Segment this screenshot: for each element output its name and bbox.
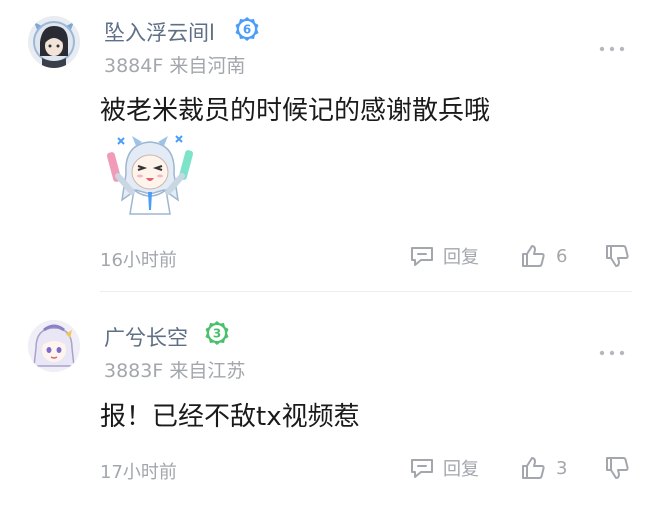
like-count: 6 <box>556 245 568 267</box>
post-time: 16小时前 <box>100 250 177 271</box>
reply-bubble-icon <box>411 247 433 266</box>
username[interactable]: 坠入浮云间l <box>104 17 215 47</box>
username[interactable]: 广兮长空 <box>104 322 188 352</box>
floor-location: 3883F 来自江苏 <box>104 360 246 382</box>
thumbs-down-icon <box>606 245 629 267</box>
comment-item: 坠入浮云间l 6 3884F 来自河南 被老米裁员的时候记的感谢散兵哦 16小时… <box>0 0 660 292</box>
reply-bubble-icon <box>411 459 433 478</box>
reply-label: 回复 <box>443 247 479 268</box>
dislike-button[interactable] <box>604 454 632 482</box>
comment-item: 广兮长空 3 3883F 来自江苏 报！已经不敌tx视频惹 17小时前 回复 3 <box>0 292 660 511</box>
level-badge: 6 <box>234 16 260 42</box>
thumbs-down-icon <box>606 457 629 479</box>
svg-text:3: 3 <box>213 327 221 341</box>
level-badge: 3 <box>204 320 230 346</box>
reply-button[interactable]: 回复 <box>409 242 479 270</box>
more-dots-icon[interactable] <box>598 344 626 356</box>
avatar[interactable] <box>28 320 80 372</box>
dislike-button[interactable] <box>604 242 632 270</box>
post-time: 17小时前 <box>100 462 177 483</box>
like-count: 3 <box>556 457 568 479</box>
comment-text: 报！已经不敌tx视频惹 <box>100 402 360 432</box>
thumbs-up-icon <box>522 245 545 267</box>
comment-text: 被老米裁员的时候记的感谢散兵哦 <box>100 96 491 126</box>
more-dots-icon[interactable] <box>598 40 626 52</box>
like-button[interactable]: 3 <box>520 454 567 482</box>
floor-location: 3884F 来自河南 <box>104 55 246 77</box>
like-button[interactable]: 6 <box>520 242 567 270</box>
reply-button[interactable]: 回复 <box>409 454 479 482</box>
thumbs-up-icon <box>522 457 545 479</box>
avatar[interactable] <box>28 16 80 68</box>
comment-list: 坠入浮云间l 6 3884F 来自河南 被老米裁员的时候记的感谢散兵哦 16小时… <box>0 0 660 511</box>
reply-label: 回复 <box>443 459 479 480</box>
chibi-girl-sticker <box>102 130 198 220</box>
svg-text:6: 6 <box>243 23 251 37</box>
